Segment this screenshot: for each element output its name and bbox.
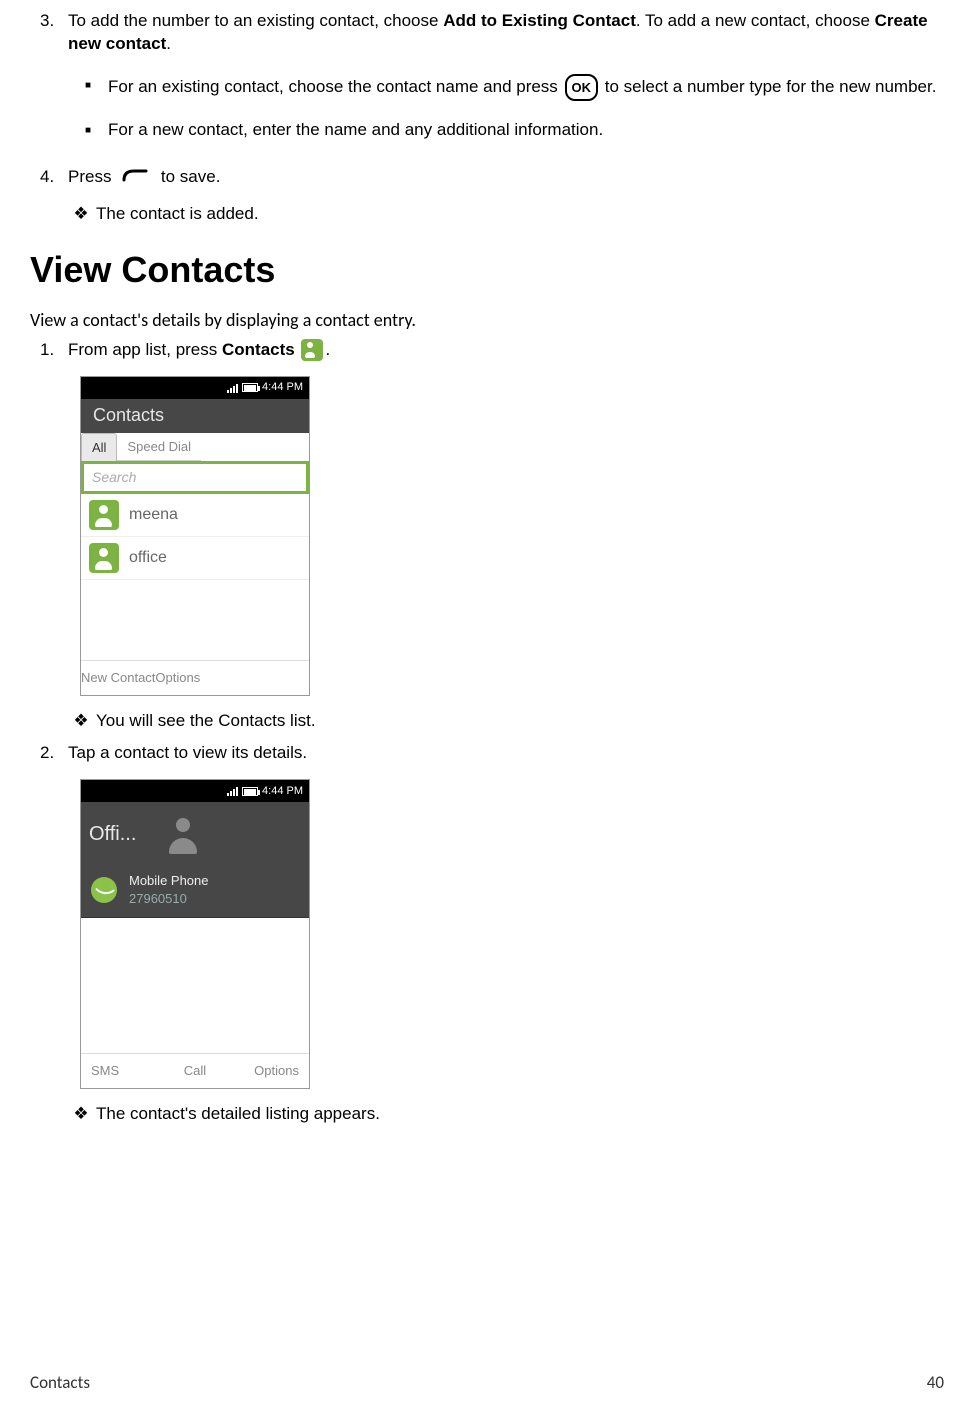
signal-icon — [227, 383, 238, 393]
avatar-icon — [164, 814, 204, 854]
diamond-bullet-icon: ❖ — [66, 1103, 96, 1126]
status-bar: 4:44 PM — [81, 780, 309, 802]
step-3: 3. To add the number to an existing cont… — [30, 10, 944, 160]
page-footer: Contacts 40 — [30, 1372, 944, 1395]
clock: 4:44 PM — [262, 380, 303, 395]
sub-bullet: ■ For a new contact, enter the name and … — [68, 119, 944, 142]
softkey-right[interactable]: Options — [230, 1054, 309, 1088]
footer-section: Contacts — [30, 1372, 90, 1395]
contact-header: Offi... — [81, 802, 309, 866]
empty-space — [81, 580, 309, 660]
phone-icon — [91, 877, 117, 903]
signal-icon — [227, 786, 238, 796]
view-step-2: 2. Tap a contact to view its details. — [30, 742, 944, 765]
text: to save. — [156, 167, 220, 186]
text: Press — [68, 167, 116, 186]
text: . — [166, 34, 171, 53]
search-input[interactable]: Search — [84, 464, 306, 491]
result-bullet: ❖ The contact's detailed listing appears… — [66, 1103, 944, 1126]
avatar-icon — [89, 500, 119, 530]
list-marker: 3. — [30, 10, 68, 160]
softkey-left[interactable]: New Contact — [81, 661, 155, 695]
text: For a new contact, enter the name and an… — [108, 119, 944, 142]
back-key-icon — [120, 170, 152, 184]
tabs: All Speed Dial — [81, 433, 309, 462]
battery-icon — [242, 787, 258, 796]
text: To add the number to an existing contact… — [68, 11, 443, 30]
softkey-left[interactable]: SMS — [81, 1054, 160, 1088]
contact-detail-screenshot: 4:44 PM Offi... Mobile Phone 27960510 SM… — [80, 779, 310, 1089]
text: to select a number type for the new numb… — [600, 77, 936, 96]
section-heading: View Contacts — [30, 246, 944, 295]
phone-number-row[interactable]: Mobile Phone 27960510 — [81, 866, 309, 918]
avatar-icon — [89, 543, 119, 573]
softkey-right[interactable]: Options — [155, 661, 200, 695]
clock: 4:44 PM — [262, 784, 303, 799]
square-bullet-icon: ■ — [68, 119, 108, 142]
text: . — [325, 340, 330, 359]
text: Tap a contact to view its details. — [68, 742, 944, 765]
tab-speed-dial[interactable]: Speed Dial — [117, 433, 201, 462]
text-bold: Contacts — [222, 340, 295, 359]
battery-icon — [242, 383, 258, 392]
contact-name: Offi... — [89, 821, 136, 848]
sub-bullet: ■ For an existing contact, choose the co… — [68, 74, 944, 101]
ok-key-icon: OK — [565, 74, 599, 101]
contacts-list-screenshot: 4:44 PM Contacts All Speed Dial Search m… — [80, 376, 310, 696]
contact-row[interactable]: meena — [81, 494, 309, 537]
text-bold: Add to Existing Contact — [443, 11, 636, 30]
app-title: Contacts — [81, 399, 309, 433]
empty-space — [81, 918, 309, 1053]
list-marker: 1. — [30, 339, 68, 362]
contact-name: meena — [129, 504, 178, 526]
text: The contact's detailed listing appears. — [96, 1103, 380, 1126]
phone-type-label: Mobile Phone — [129, 872, 209, 890]
list-marker: 4. — [30, 166, 68, 189]
text: You will see the Contacts list. — [96, 710, 316, 733]
result-bullet: ❖ You will see the Contacts list. — [66, 710, 944, 733]
intro-text: View a contact's details by displaying a… — [30, 308, 944, 332]
text — [295, 340, 300, 359]
contact-name: office — [129, 547, 167, 569]
status-bar: 4:44 PM — [81, 377, 309, 399]
softkey-center[interactable]: Call — [160, 1054, 229, 1088]
square-bullet-icon: ■ — [68, 74, 108, 101]
step-4: 4. Press to save. — [30, 166, 944, 189]
view-step-1: 1. From app list, press Contacts . — [30, 339, 944, 362]
softkey-bar: SMS Call Options — [81, 1053, 309, 1088]
search-bar: Search — [81, 461, 309, 494]
text: The contact is added. — [96, 203, 259, 226]
text: From app list, press — [68, 340, 222, 359]
phone-number: 27960510 — [129, 890, 209, 908]
result-bullet: ❖ The contact is added. — [66, 203, 944, 226]
page-number: 40 — [927, 1372, 944, 1395]
list-marker: 2. — [30, 742, 68, 765]
text: For an existing contact, choose the cont… — [108, 77, 563, 96]
diamond-bullet-icon: ❖ — [66, 203, 96, 226]
tab-all[interactable]: All — [81, 433, 117, 462]
contact-row[interactable]: office — [81, 537, 309, 580]
diamond-bullet-icon: ❖ — [66, 710, 96, 733]
text: . To add a new contact, choose — [636, 11, 875, 30]
softkey-bar: New Contact Options — [81, 660, 309, 695]
contacts-app-icon — [301, 339, 323, 361]
